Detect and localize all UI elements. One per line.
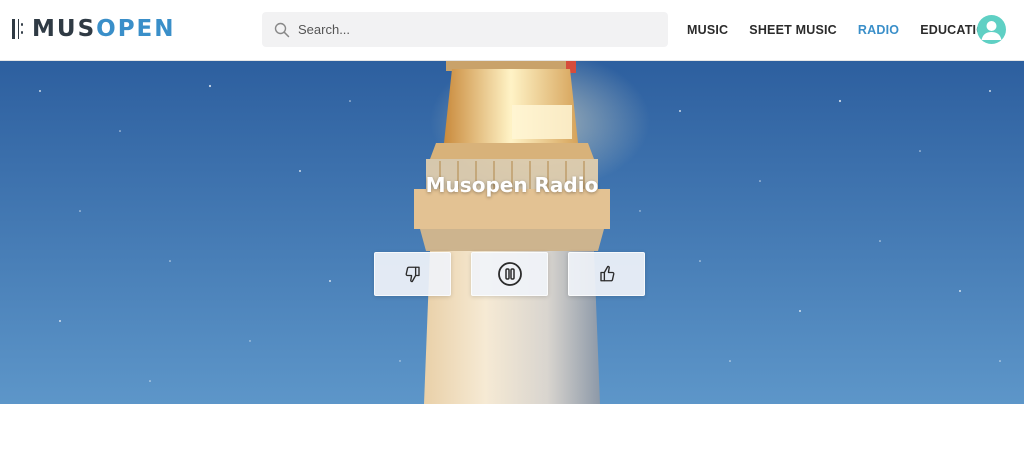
logo-mark-icon	[12, 18, 26, 40]
search-bar[interactable]	[262, 12, 668, 47]
logo-text-part-2: OPEN	[96, 16, 176, 42]
thumbs-down-icon	[405, 266, 420, 283]
nav-item-radio[interactable]: RADIO	[858, 21, 899, 39]
lighthouse-background-image	[0, 61, 1024, 404]
page-title: Musopen Radio	[425, 173, 599, 197]
like-button[interactable]	[568, 252, 645, 296]
logo-text: MUSOPEN	[32, 17, 176, 41]
nav-item-music[interactable]: MUSIC	[687, 21, 728, 39]
musopen-logo[interactable]: MUSOPEN	[12, 17, 176, 41]
search-input[interactable]	[298, 14, 658, 45]
thumbs-up-icon	[599, 265, 614, 282]
dislike-button[interactable]	[374, 252, 451, 296]
pause-circle-icon	[497, 262, 522, 286]
nav-item-sheet-music[interactable]: SHEET MUSIC	[749, 21, 837, 39]
logo-text-part-1: MUS	[32, 16, 97, 42]
top-navigation-bar: MUSOPEN MUSIC SHEET MUSIC RADIO EDUCATIO…	[0, 0, 1024, 61]
pause-button[interactable]	[471, 252, 548, 296]
main-nav: MUSIC SHEET MUSIC RADIO EDUCATION	[687, 21, 1016, 39]
user-avatar-icon	[981, 21, 1002, 40]
user-avatar-button[interactable]	[977, 15, 1006, 44]
search-icon	[274, 22, 290, 37]
radio-hero: Musopen Radio	[0, 61, 1024, 404]
